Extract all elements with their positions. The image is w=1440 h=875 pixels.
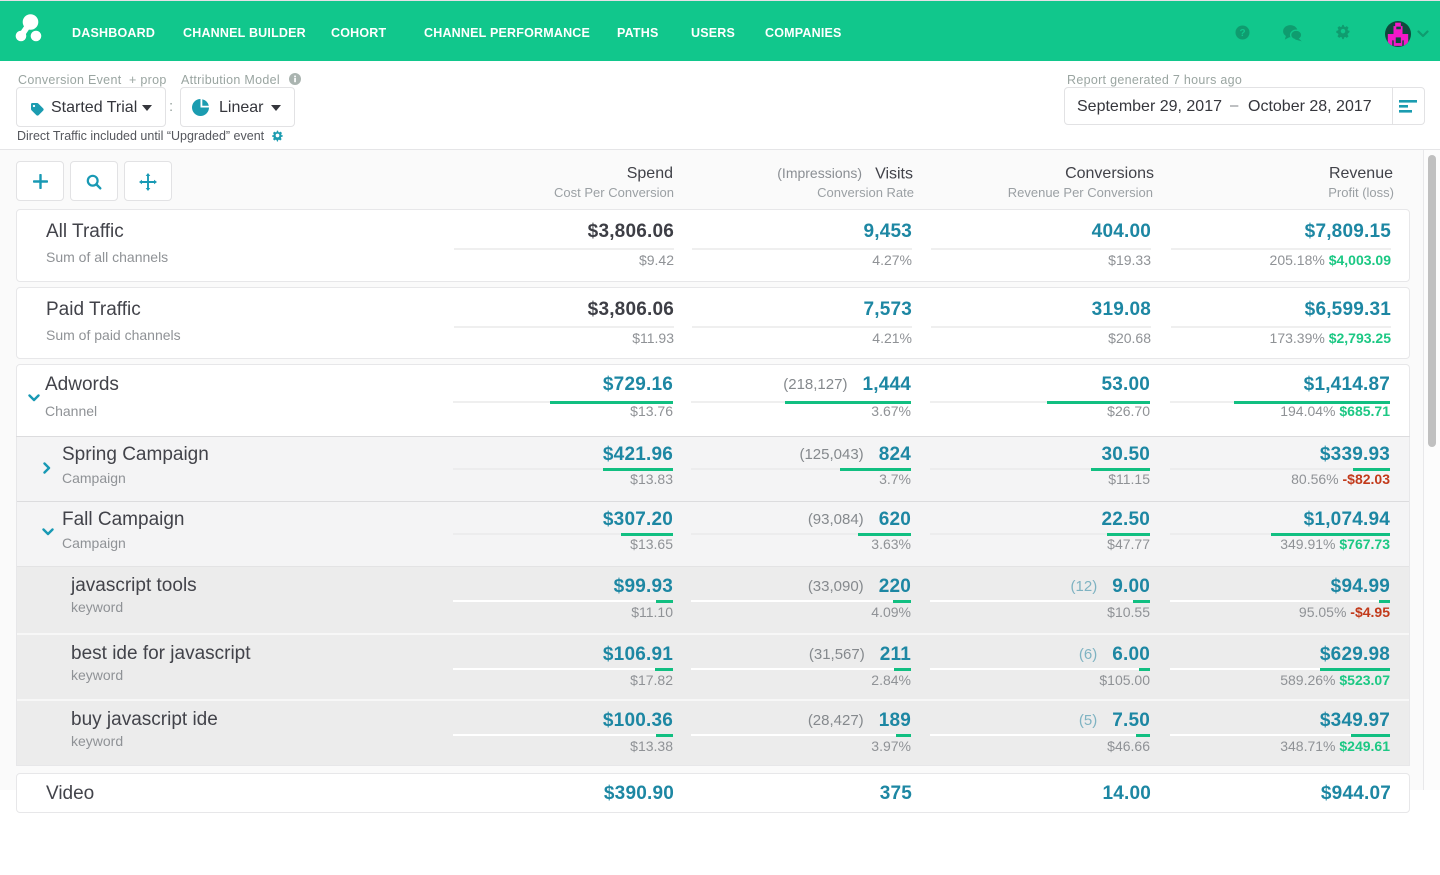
svg-text:?: ? [1239, 28, 1245, 39]
